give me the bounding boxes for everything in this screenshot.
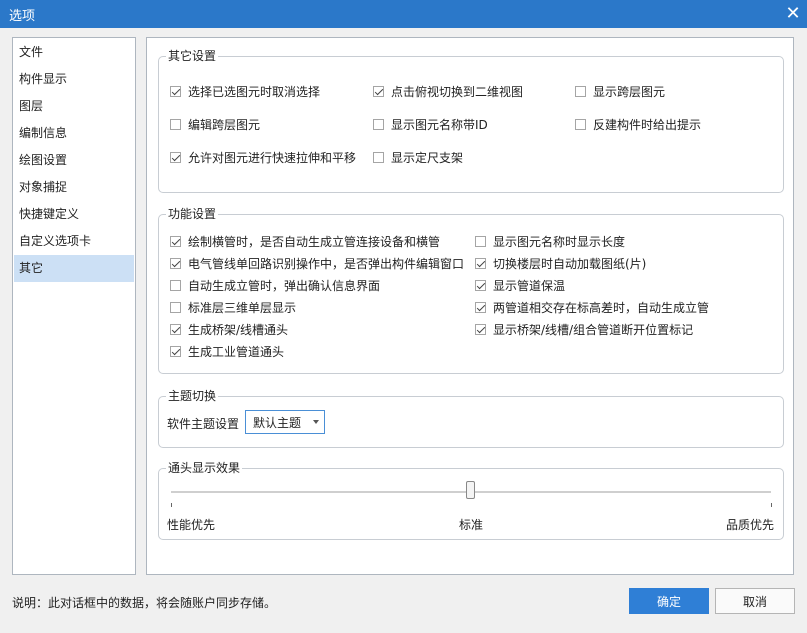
checkbox[interactable] — [575, 85, 586, 97]
function-settings-title: 功能设置 — [166, 207, 219, 221]
sidebar-item-compile-info[interactable]: 编制信息 — [14, 120, 134, 147]
option-quick-stretch-move[interactable]: 允许对图元进行快速拉伸和平移 — [170, 148, 356, 166]
option-single-circuit-popup[interactable]: 电气管线单回路识别操作中，是否弹出构件编辑窗口 — [170, 254, 464, 272]
option-label: 生成工业管道通头 — [188, 344, 285, 359]
theme-select[interactable]: 默认主题 — [245, 410, 325, 434]
option-show-break-marks[interactable]: 显示桥架/线槽/组合管道断开位置标记 — [475, 320, 693, 338]
other-settings-title: 其它设置 — [166, 49, 219, 63]
option-label: 编辑跨层图元 — [188, 117, 261, 132]
option-label: 显示跨层图元 — [593, 84, 666, 99]
slider-label-standard: 标准 — [459, 518, 484, 532]
chevron-down-icon — [313, 420, 319, 424]
option-label: 生成桥架/线槽通头 — [188, 322, 289, 337]
theme-select-value: 默认主题 — [253, 415, 302, 430]
checkbox[interactable] — [475, 279, 486, 291]
option-label: 显示桥架/线槽/组合管道断开位置标记 — [493, 322, 694, 337]
checkbox[interactable] — [373, 151, 384, 163]
option-show-name-with-id[interactable]: 显示图元名称带ID — [373, 115, 488, 133]
option-label: 显示管道保温 — [493, 278, 566, 293]
option-show-name-length[interactable]: 显示图元名称时显示长度 — [475, 232, 625, 250]
slider-tick-right — [771, 503, 772, 507]
option-auto-load-drawings[interactable]: 切换楼层时自动加载图纸(片) — [475, 254, 646, 272]
sidebar-item-object-snap[interactable]: 对象捕捉 — [14, 174, 134, 201]
sidebar-item-other[interactable]: 其它 — [14, 255, 134, 282]
option-label: 标准层三维单层显示 — [188, 300, 297, 315]
slider-label-quality: 品质优先 — [726, 518, 775, 532]
function-settings-group: 功能设置 绘制横管时，是否自动生成立管连接设备和横管 显示图元名称时显示长度 电… — [158, 207, 784, 374]
option-auto-riser-for-horizontal[interactable]: 绘制横管时，是否自动生成立管连接设备和横管 — [170, 232, 440, 250]
checkbox[interactable] — [373, 85, 384, 97]
ok-button[interactable]: 确定 — [629, 588, 709, 614]
slider-label-performance: 性能优先 — [167, 518, 216, 532]
option-label: 显示定尺支架 — [391, 150, 464, 165]
sidebar-item-custom-tabs[interactable]: 自定义选项卡 — [14, 228, 134, 255]
checkbox[interactable] — [170, 118, 181, 130]
checkbox[interactable] — [475, 323, 486, 335]
title-bar: 选项 ✕ — [0, 0, 807, 28]
option-label: 电气管线单回路识别操作中，是否弹出构件编辑窗口 — [188, 256, 465, 271]
close-icon[interactable]: ✕ — [779, 0, 807, 28]
sidebar-item-layers[interactable]: 图层 — [14, 93, 134, 120]
category-list: 文件 构件显示 图层 编制信息 绘图设置 对象捕捉 快捷键定义 自定义选项卡 其… — [12, 37, 136, 575]
theme-title: 主题切换 — [166, 389, 219, 403]
option-label: 切换楼层时自动加载图纸(片) — [493, 256, 647, 271]
option-show-pipe-insulation[interactable]: 显示管道保温 — [475, 276, 565, 294]
checkbox[interactable] — [170, 235, 181, 247]
option-riser-confirm-dialog[interactable]: 自动生成立管时，弹出确认信息界面 — [170, 276, 380, 294]
option-label: 反建构件时给出提示 — [593, 117, 702, 132]
sidebar-item-component-display[interactable]: 构件显示 — [14, 66, 134, 93]
option-standard-floor-3d[interactable]: 标准层三维单层显示 — [170, 298, 296, 316]
option-label: 允许对图元进行快速拉伸和平移 — [188, 150, 357, 165]
window-title: 选项 — [9, 8, 36, 24]
option-show-fixed-support[interactable]: 显示定尺支架 — [373, 148, 463, 166]
checkbox[interactable] — [575, 118, 586, 130]
footer-note: 说明：此对话框中的数据，将会随账户同步存储。 — [12, 596, 277, 610]
option-deselect-on-reselect[interactable]: 选择已选图元时取消选择 — [170, 82, 320, 100]
settings-panel: 其它设置 选择已选图元时取消选择 点击俯视切换到二维视图 显示跨层图元 编辑跨层… — [146, 37, 794, 575]
option-label: 两管道相交存在标高差时，自动生成立管 — [493, 300, 710, 315]
checkbox[interactable] — [170, 85, 181, 97]
fitting-display-group: 通头显示效果 性能优先 标准 品质优先 — [158, 461, 784, 540]
checkbox[interactable] — [170, 345, 181, 357]
option-topview-to-2d[interactable]: 点击俯视切换到二维视图 — [373, 82, 523, 100]
checkbox[interactable] — [170, 151, 181, 163]
option-edit-cross-floor[interactable]: 编辑跨层图元 — [170, 115, 260, 133]
checkbox[interactable] — [475, 235, 486, 247]
option-label: 显示图元名称时显示长度 — [493, 234, 626, 249]
option-label: 绘制横管时，是否自动生成立管连接设备和横管 — [188, 234, 441, 249]
sidebar-item-drawing-settings[interactable]: 绘图设置 — [14, 147, 134, 174]
slider-tick-left — [171, 503, 172, 507]
fitting-display-title: 通头显示效果 — [166, 461, 243, 475]
checkbox[interactable] — [475, 301, 486, 313]
option-label: 选择已选图元时取消选择 — [188, 84, 321, 99]
sidebar-item-shortcuts[interactable]: 快捷键定义 — [14, 201, 134, 228]
option-reverse-build-prompt[interactable]: 反建构件时给出提示 — [575, 115, 701, 133]
cancel-button[interactable]: 取消 — [715, 588, 795, 614]
sidebar-item-file[interactable]: 文件 — [14, 39, 134, 66]
checkbox[interactable] — [170, 279, 181, 291]
theme-group: 主题切换 软件主题设置 默认主题 — [158, 389, 784, 448]
checkbox[interactable] — [475, 257, 486, 269]
slider-thumb[interactable] — [466, 481, 475, 499]
checkbox[interactable] — [373, 118, 384, 130]
checkbox[interactable] — [170, 257, 181, 269]
theme-setting-label: 软件主题设置 — [167, 417, 240, 431]
option-label: 自动生成立管时，弹出确认信息界面 — [188, 278, 381, 293]
option-industrial-pipe-fittings[interactable]: 生成工业管道通头 — [170, 342, 284, 360]
checkbox[interactable] — [170, 301, 181, 313]
option-show-cross-floor[interactable]: 显示跨层图元 — [575, 82, 665, 100]
option-label: 点击俯视切换到二维视图 — [391, 84, 524, 99]
option-label: 显示图元名称带ID — [391, 117, 488, 132]
other-settings-group: 其它设置 选择已选图元时取消选择 点击俯视切换到二维视图 显示跨层图元 编辑跨层… — [158, 49, 784, 193]
option-intersect-auto-riser[interactable]: 两管道相交存在标高差时，自动生成立管 — [475, 298, 709, 316]
option-tray-fittings[interactable]: 生成桥架/线槽通头 — [170, 320, 288, 338]
checkbox[interactable] — [170, 323, 181, 335]
